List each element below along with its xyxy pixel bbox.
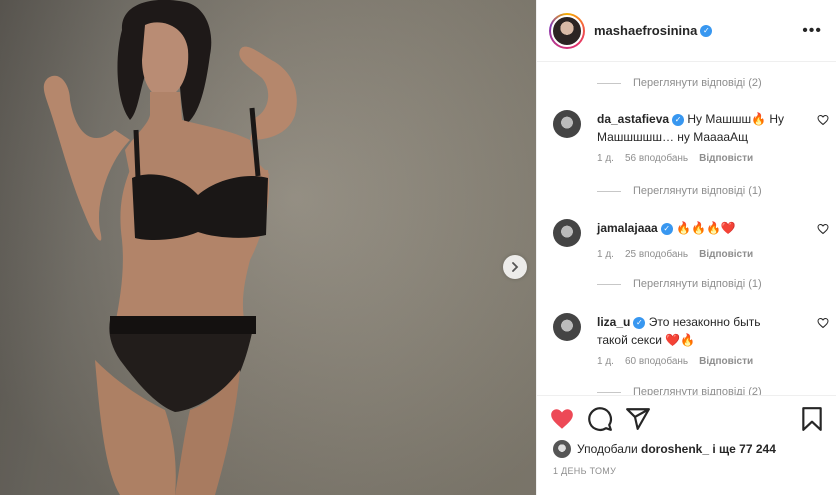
- like-heart-icon[interactable]: [549, 406, 575, 432]
- comment-text: da_astafieva ✓ Ну Машшш🔥 Ну Машшшшш… ну М…: [597, 110, 793, 146]
- commenter-avatar[interactable]: [553, 110, 581, 138]
- view-replies-button[interactable]: Переглянути відповіді (2): [597, 386, 762, 395]
- comment-age: 1 д.: [597, 356, 614, 367]
- commenter-avatar[interactable]: [553, 219, 581, 247]
- verified-badge-icon: ✓: [633, 316, 646, 329]
- liker-username[interactable]: doroshenk_: [641, 442, 709, 456]
- like-comment-icon[interactable]: [817, 223, 829, 235]
- commenter-username[interactable]: liza_u: [597, 315, 630, 329]
- comment-meta: 1 д. 60 вподобань Відповісти: [597, 356, 753, 367]
- chevron-right-icon: [512, 262, 519, 272]
- share-icon[interactable]: [625, 406, 651, 432]
- post-timestamp[interactable]: 1 ДЕНЬ ТОМУ: [553, 466, 616, 476]
- bookmark-icon[interactable]: [799, 406, 825, 432]
- likes-summary: Уподобали doroshenk_ і ще 77 244: [553, 440, 776, 458]
- reply-button[interactable]: Відповісти: [699, 153, 753, 164]
- post-header: mashaefrosinina ✓ •••: [537, 0, 836, 62]
- verified-badge-icon: ✓: [700, 24, 713, 37]
- more-options-icon[interactable]: •••: [802, 22, 822, 39]
- comment-icon[interactable]: [587, 406, 613, 432]
- likes-count[interactable]: і ще 77 244: [712, 442, 776, 456]
- commenter-username[interactable]: da_astafieva: [597, 112, 669, 126]
- comment-likes[interactable]: 60 вподобань: [625, 356, 688, 367]
- post-photo[interactable]: [0, 0, 536, 495]
- commenter-username[interactable]: jamalajaaa: [597, 221, 658, 235]
- comment-body: 🔥🔥🔥❤️: [676, 221, 736, 235]
- author-username[interactable]: mashaefrosinina: [594, 23, 697, 38]
- like-comment-icon[interactable]: [817, 317, 829, 329]
- comment-age: 1 д.: [597, 249, 614, 260]
- view-replies-button[interactable]: Переглянути відповіді (1): [597, 185, 762, 197]
- next-photo-button[interactable]: [503, 255, 527, 279]
- comment-age: 1 д.: [597, 153, 614, 164]
- comment-meta: 1 д. 25 вподобань Відповісти: [597, 249, 753, 260]
- post-side-panel: mashaefrosinina ✓ ••• Переглянути відпов…: [536, 0, 836, 495]
- post-actions: [537, 395, 836, 441]
- reply-button[interactable]: Відповісти: [699, 249, 753, 260]
- verified-badge-icon: ✓: [660, 222, 673, 235]
- comment-text: liza_u ✓ Это незаконно быть такой секси ❤…: [597, 313, 793, 349]
- photo-figure: [43, 0, 297, 495]
- commenter-avatar[interactable]: [553, 313, 581, 341]
- view-replies-button[interactable]: Переглянути відповіді (2): [597, 77, 762, 89]
- comment-likes[interactable]: 25 вподобань: [625, 249, 688, 260]
- author-avatar[interactable]: [549, 12, 585, 49]
- comment-meta: 1 д. 56 вподобань Відповісти: [597, 153, 753, 164]
- liker-avatar[interactable]: [553, 440, 571, 458]
- comment-item: liza_u ✓ Это незаконно быть такой секси ❤…: [553, 313, 829, 395]
- comment-likes[interactable]: 56 вподобань: [625, 153, 688, 164]
- view-replies-button[interactable]: Переглянути відповіді (1): [597, 278, 762, 290]
- like-comment-icon[interactable]: [817, 114, 829, 126]
- reply-button[interactable]: Відповісти: [699, 356, 753, 367]
- comments-list: Переглянути відповіді (2) da_astafieva ✓ …: [537, 62, 836, 395]
- comment-text: jamalajaaa ✓ 🔥🔥🔥❤️: [597, 219, 793, 237]
- verified-badge-icon: ✓: [672, 113, 685, 126]
- likes-prefix: Уподобали: [577, 442, 638, 456]
